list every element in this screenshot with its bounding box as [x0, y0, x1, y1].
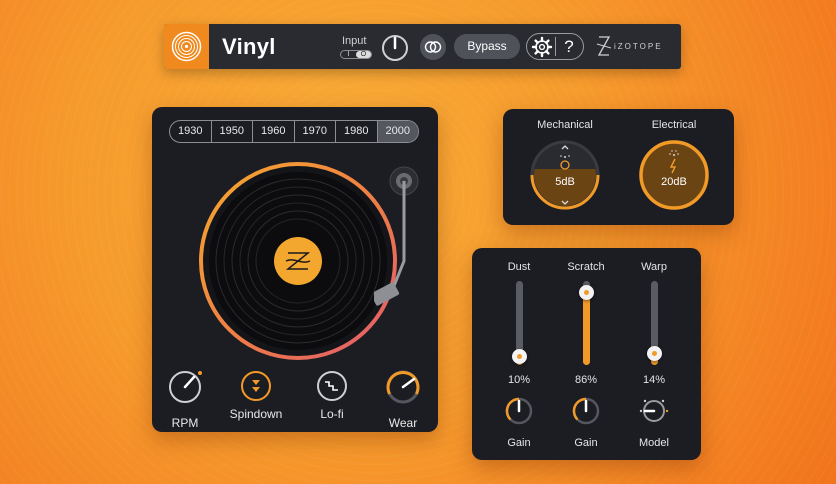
step-icon: [325, 381, 338, 391]
dust-gain-label: Gain: [507, 437, 531, 449]
warp-value: 14%: [642, 374, 666, 386]
warp-column: Warp 14% Model: [624, 261, 684, 449]
era-button-1930[interactable]: 1930: [170, 121, 212, 142]
dust-column: Dust 10% Gain: [489, 261, 549, 449]
mechanical-label: Mechanical: [537, 119, 593, 131]
tonearm[interactable]: [374, 163, 424, 323]
vinyl-record: [209, 172, 387, 350]
turntable-platter: [199, 162, 397, 360]
link-button[interactable]: [420, 34, 446, 60]
electrical-label: Electrical: [651, 119, 697, 131]
mechanical-knob[interactable]: 5dB: [529, 139, 601, 211]
era-button-1960[interactable]: 1960: [253, 121, 295, 142]
dust-fader-thumb[interactable]: [511, 349, 527, 365]
turntable-panel: 1930 1950 1960 1970 1980 2000 RPM Spindo…: [152, 107, 438, 432]
dust-value: 10%: [507, 374, 531, 386]
brand-name: iZOTOPE: [614, 42, 663, 51]
era-button-1950[interactable]: 1950: [212, 121, 253, 142]
help-button[interactable]: ?: [557, 35, 581, 59]
lofi-label: Lo-fi: [320, 407, 344, 421]
dust-fader[interactable]: [511, 281, 527, 365]
warp-label: Warp: [641, 261, 667, 273]
era-button-1980[interactable]: 1980: [336, 121, 378, 142]
scratch-fader-thumb[interactable]: [578, 285, 594, 301]
mechanical-value: 5dB: [555, 176, 575, 188]
electrical-value: 20dB: [661, 176, 687, 188]
link-icon: [424, 41, 442, 53]
input-gain-knob[interactable]: [380, 33, 410, 68]
vinyl-logo-icon: [164, 24, 209, 69]
scratch-fader-fill: [582, 292, 590, 365]
spindown-control[interactable]: Spindown: [225, 371, 287, 421]
input-toggle-off[interactable]: I: [341, 51, 356, 58]
plugin-header: Vinyl Input I O Bypass ? iZOTOPE: [164, 24, 681, 69]
dust-label: Dust: [507, 261, 531, 273]
input-toggle-on[interactable]: O: [356, 51, 371, 58]
wear-knob[interactable]: [385, 369, 421, 405]
rpm-control[interactable]: RPM: [154, 369, 216, 430]
wear-control[interactable]: Wear: [372, 369, 434, 430]
dust-gain-knob[interactable]: [504, 396, 534, 426]
app-title: Vinyl: [222, 34, 276, 59]
mechanical-control: Mechanical 5dB: [520, 119, 610, 211]
utility-divider: [555, 37, 556, 56]
input-label: Input: [342, 35, 367, 47]
spindown-label: Spindown: [229, 407, 283, 421]
gear-icon: [531, 36, 553, 58]
izotope-logo-icon: [596, 35, 612, 62]
electrical-control: Electrical 20dB: [629, 119, 719, 211]
tonearm-headshell: [374, 282, 400, 306]
wear-label: Wear: [388, 416, 418, 430]
era-selector: 1930 1950 1960 1970 1980 2000: [169, 120, 419, 143]
mixer-panel: Dust 10% Gain Scratch 86% Gain Warp 14% …: [472, 248, 701, 460]
rpm-knob[interactable]: [167, 369, 203, 405]
noise-panel: Mechanical 5dB Electrical 20dB: [503, 109, 734, 225]
input-toggle[interactable]: I O: [340, 50, 372, 59]
scratch-column: Scratch 86% Gain: [556, 261, 616, 449]
electrical-knob[interactable]: 20dB: [638, 139, 710, 211]
scratch-gain-label: Gain: [574, 437, 598, 449]
spindown-icon: [252, 380, 260, 392]
settings-button[interactable]: [530, 35, 554, 59]
spindown-button[interactable]: [241, 371, 271, 401]
era-button-2000[interactable]: 2000: [377, 121, 418, 142]
model-label: Model: [639, 437, 669, 449]
model-knob[interactable]: [639, 396, 669, 426]
warp-fader-thumb[interactable]: [646, 345, 662, 361]
utility-button-group: ?: [526, 33, 584, 60]
scratch-value: 86%: [574, 374, 598, 386]
bypass-button[interactable]: Bypass: [454, 34, 520, 59]
warp-fader[interactable]: [646, 281, 662, 365]
era-button-1970[interactable]: 1970: [295, 121, 336, 142]
scratch-label: Scratch: [567, 261, 605, 273]
scratch-fader[interactable]: [578, 281, 594, 365]
rpm-label: RPM: [171, 416, 199, 430]
lofi-button[interactable]: [317, 371, 347, 401]
lofi-control[interactable]: Lo-fi: [301, 371, 363, 421]
scratch-gain-knob[interactable]: [571, 396, 601, 426]
